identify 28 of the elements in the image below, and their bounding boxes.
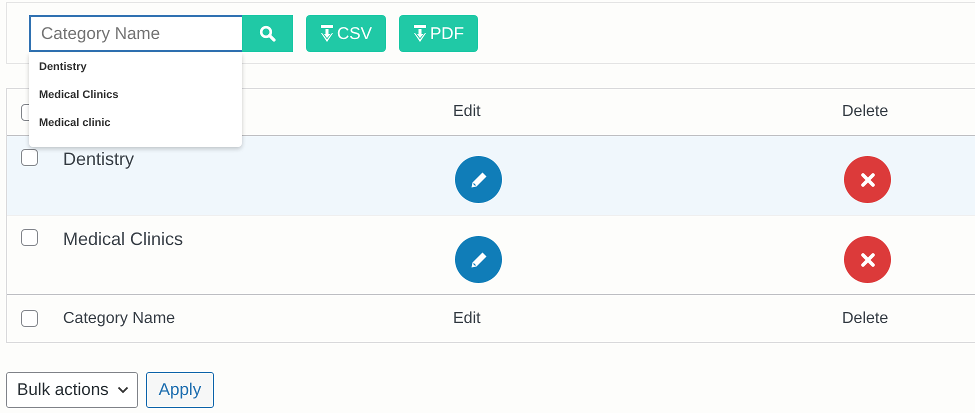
category-name: Medical Clinics: [63, 229, 184, 249]
close-icon: [860, 172, 876, 188]
pencil-icon: [470, 250, 488, 268]
checkbox[interactable]: [21, 310, 38, 327]
checkbox[interactable]: [21, 149, 38, 166]
search-icon: [259, 25, 276, 42]
download-icon: [320, 24, 334, 42]
chevron-down-icon: [116, 386, 129, 394]
download-icon: [412, 24, 427, 42]
delete-button[interactable]: [844, 156, 891, 203]
search-field[interactable]: Category Name: [29, 15, 242, 52]
checkbox[interactable]: [21, 229, 38, 246]
column-header: Delete: [842, 103, 888, 120]
bulk-actions-dropdown[interactable]: Bulk actions: [6, 372, 138, 408]
edit-button[interactable]: [455, 156, 502, 203]
delete-button[interactable]: [844, 236, 891, 283]
column-header: Delete: [842, 310, 888, 326]
column-header: Edit: [453, 103, 481, 120]
pencil-icon: [470, 170, 488, 188]
apply-button[interactable]: Apply: [146, 372, 214, 408]
suggestion-item[interactable]: Medical clinic: [29, 115, 242, 143]
close-icon: [860, 252, 876, 268]
suggestion-item[interactable]: Dentistry: [29, 59, 242, 87]
column-header: Category Name: [63, 308, 176, 328]
edit-button[interactable]: [455, 236, 502, 283]
suggestion-item[interactable]: Medical Clinics: [29, 87, 242, 115]
category-name: Dentistry: [63, 149, 134, 169]
column-header: Edit: [453, 310, 481, 326]
